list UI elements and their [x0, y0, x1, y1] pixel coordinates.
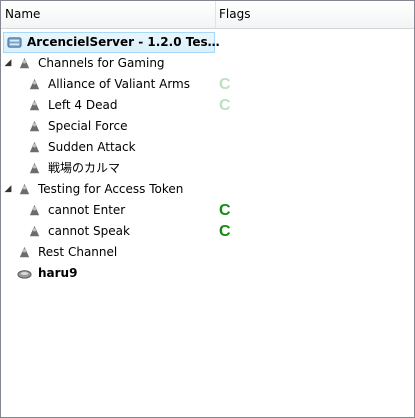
channel-icon — [19, 57, 30, 69]
channel-flag: C — [219, 202, 231, 219]
channel-group-row[interactable]: Rest Channel — [1, 242, 413, 263]
channel-row[interactable]: Left 4 Dead C — [1, 95, 413, 116]
channel-icon — [29, 225, 40, 237]
channel-icon — [19, 183, 30, 195]
column-name-header[interactable]: Name — [5, 7, 40, 21]
channel-row[interactable]: Alliance of Valiant Arms C — [1, 74, 413, 95]
column-flags-header[interactable]: Flags — [219, 7, 250, 21]
channel-label: cannot Enter — [48, 203, 126, 217]
channel-label: Special Force — [48, 119, 128, 133]
channel-group-label: Rest Channel — [38, 245, 118, 259]
channel-row[interactable]: Special Force — [1, 116, 413, 137]
server-row[interactable]: ArcencielServer - 1.2.0 Tes… — [3, 32, 220, 53]
expand-arrow-icon[interactable]: ◢ — [3, 179, 13, 200]
channel-icon — [19, 246, 30, 258]
user-icon — [17, 270, 32, 279]
channel-flag: C — [219, 97, 231, 114]
channel-row[interactable]: Sudden Attack — [1, 137, 413, 158]
user-label: haru9 — [38, 266, 78, 280]
column-header: Name Flags — [1, 1, 414, 29]
channel-icon — [29, 99, 40, 111]
channel-row[interactable]: cannot Enter C — [1, 200, 413, 221]
channel-group-row[interactable]: ◢ Channels for Gaming — [1, 53, 413, 74]
channel-tree-view[interactable]: Name Flags ArcencielServer - 1.2.0 Tes… … — [0, 0, 415, 418]
channel-group-row[interactable]: ◢ Testing for Access Token — [1, 179, 413, 200]
expand-arrow-icon[interactable]: ◢ — [3, 53, 13, 74]
channel-icon — [29, 204, 40, 216]
channel-label: Left 4 Dead — [48, 98, 118, 112]
channel-flag: C — [219, 76, 231, 93]
channel-label: cannot Speak — [48, 224, 130, 238]
channel-group-label: Testing for Access Token — [38, 182, 184, 196]
channel-row[interactable]: cannot Speak C — [1, 221, 413, 242]
channel-label: 戦場のカルマ — [48, 161, 121, 175]
server-icon — [7, 37, 22, 48]
channel-flag: C — [219, 223, 231, 240]
channel-icon — [29, 78, 40, 90]
user-row[interactable]: haru9 — [1, 263, 413, 284]
channel-label: Sudden Attack — [48, 140, 136, 154]
column-separator[interactable] — [215, 1, 216, 28]
channel-icon — [29, 162, 40, 174]
channel-group-label: Channels for Gaming — [38, 56, 165, 70]
channel-icon — [29, 141, 40, 153]
channel-label: Alliance of Valiant Arms — [48, 77, 190, 91]
channel-icon — [29, 120, 40, 132]
channel-row[interactable]: 戦場のカルマ — [1, 158, 413, 179]
server-label: ArcencielServer - 1.2.0 Tes… — [27, 35, 220, 49]
